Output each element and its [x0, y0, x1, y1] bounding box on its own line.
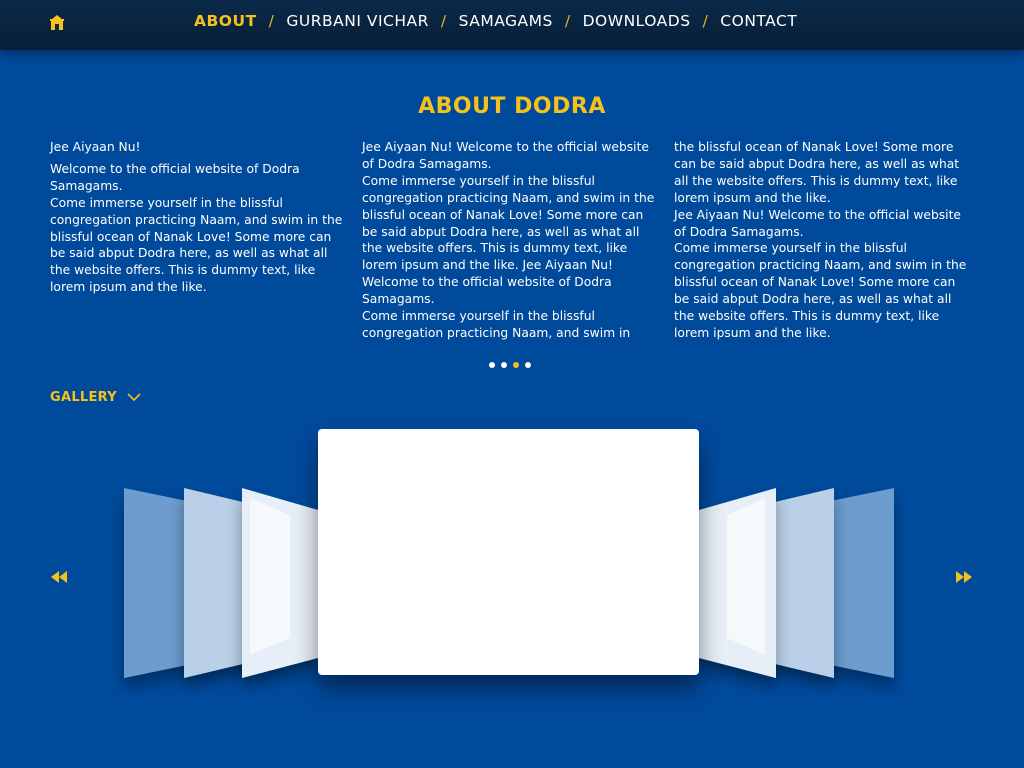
nav-separator: /	[268, 12, 275, 30]
gallery-thumb-glare	[250, 498, 290, 655]
nav-item-contact[interactable]: CONTACT	[720, 12, 797, 30]
gallery-label: GALLERY	[50, 390, 117, 405]
nav-item-about[interactable]: ABOUT	[194, 12, 257, 30]
rewind-icon[interactable]	[50, 570, 68, 584]
gallery-carousel	[0, 420, 1024, 720]
text-pager	[489, 362, 537, 368]
nav-separator: /	[440, 12, 447, 30]
page-title: ABOUT DODRA	[418, 94, 606, 119]
about-text: Jee Aiyaan Nu! Welcome to the official w…	[362, 140, 655, 340]
pager-dot-1[interactable]	[489, 362, 495, 368]
about-column-1: Jee Aiyaan Nu! Welcome to the official w…	[50, 139, 350, 296]
pager-dot-3[interactable]	[513, 362, 519, 368]
nav-separator: /	[564, 12, 571, 30]
gallery-toggle[interactable]: GALLERY	[50, 390, 141, 405]
gallery-main-image[interactable]	[318, 429, 699, 675]
home-icon[interactable]	[50, 13, 64, 31]
main-nav: ABOUT / GURBANI VICHAR / SAMAGAMS / DOWN…	[194, 12, 797, 30]
chevron-down-icon	[127, 393, 141, 402]
nav-item-downloads[interactable]: DOWNLOADS	[583, 12, 691, 30]
about-column-2: Jee Aiyaan Nu! Welcome to the official w…	[362, 139, 662, 342]
pager-dot-4[interactable]	[525, 362, 531, 368]
top-navigation-bar: ABOUT / GURBANI VICHAR / SAMAGAMS / DOWN…	[0, 0, 1024, 50]
nav-item-gurbani-vichar[interactable]: GURBANI VICHAR	[286, 12, 428, 30]
about-text: the blissful ocean of Nanak Love! Some m…	[674, 140, 967, 340]
fast-forward-icon[interactable]	[955, 570, 973, 584]
about-text: Welcome to the official website of Dodra…	[50, 161, 343, 295]
nav-item-samagams[interactable]: SAMAGAMS	[459, 12, 553, 30]
pager-dot-2[interactable]	[501, 362, 507, 368]
about-column-3: the blissful ocean of Nanak Love! Some m…	[674, 139, 974, 342]
nav-separator: /	[702, 12, 709, 30]
gallery-thumb-glare	[727, 498, 765, 655]
greeting-text: Jee Aiyaan Nu!	[50, 140, 141, 154]
